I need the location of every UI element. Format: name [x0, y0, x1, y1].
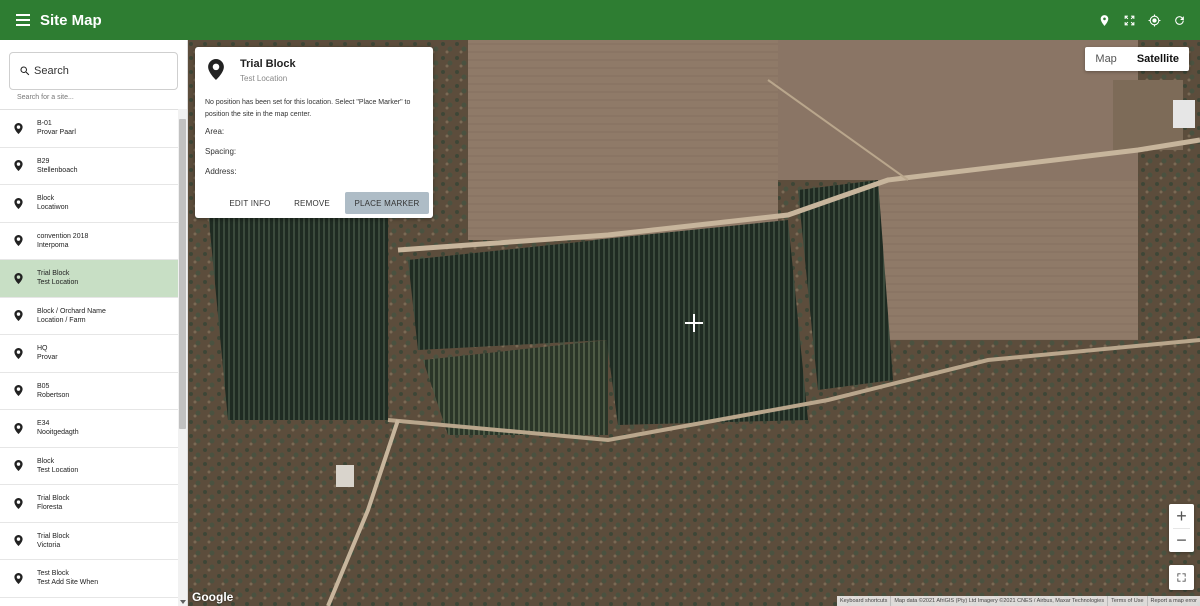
google-logo: Google [192, 590, 234, 604]
location-pin-icon [14, 235, 23, 247]
site-location: Provar Paarl [37, 129, 76, 137]
location-pin-icon [14, 460, 23, 472]
location-pin-icon [14, 122, 23, 134]
site-info-card: Trial Block Test Location No position ha… [195, 47, 433, 218]
refresh-icon[interactable] [1167, 0, 1192, 40]
list-item[interactable]: Test Block Test Add Site When [0, 560, 178, 598]
map-type-control: Map Satellite [1085, 47, 1189, 71]
zoom-in-button[interactable]: + [1169, 504, 1194, 528]
list-item[interactable]: Block Locatiwon [0, 185, 178, 223]
location-pin-icon [14, 535, 23, 547]
site-location: Test Add Site When [37, 579, 99, 587]
sidebar: Search for a site... B-01Provar PaarlB29… [0, 40, 188, 606]
fullscreen-icon [1177, 573, 1186, 582]
map-attribution: Keyboard shortcuts Map data ©2021 AfriGIS… [836, 596, 1200, 606]
attribution-link: Map data ©2021 AfriGIS (Pty) Ltd Imagery… [890, 596, 1107, 606]
fullscreen-button[interactable] [1169, 565, 1194, 590]
menu-icon[interactable] [16, 14, 30, 26]
list-item[interactable]: Trial Block Test Location [0, 260, 178, 298]
location-pin-icon [14, 497, 23, 509]
site-location: Test Location [37, 466, 79, 474]
list-item[interactable]: B-01 Provar Paarl [0, 110, 178, 148]
site-name: Trial Block [37, 532, 70, 540]
site-location: Victoria [37, 541, 61, 549]
list-item[interactable]: B29 Stellenboach [0, 148, 178, 185]
search-field[interactable] [9, 52, 178, 90]
search-icon [20, 66, 30, 76]
zoom-out-button[interactable]: − [1169, 529, 1194, 552]
spacing-label: Spacing: [205, 147, 237, 156]
position-message: No position has been set for this locati… [205, 99, 411, 118]
list-item[interactable]: Block Test Location [0, 448, 178, 485]
site-location: Location / Farm [37, 316, 86, 324]
location-pin-icon [14, 272, 23, 284]
list-item[interactable]: Trial Block Victoria [0, 523, 178, 560]
site-name: B29 [37, 157, 50, 165]
site-name: HQ [37, 345, 48, 353]
map-view[interactable]: Trial Block Test Location No position ha… [188, 40, 1200, 606]
site-name: E34 [37, 420, 50, 428]
fit-bounds-icon[interactable] [1117, 0, 1142, 40]
list-item[interactable]: Trial Block Floresta [0, 485, 178, 523]
site-name: Test Block [37, 570, 69, 578]
list-item[interactable]: B05 Robertson [0, 373, 178, 410]
site-location: Stellenboach [37, 166, 78, 174]
appbar-actions [1092, 0, 1192, 40]
site-location: Interpoma [37, 241, 69, 249]
map-type-satellite-button[interactable]: Satellite [1127, 47, 1189, 71]
site-name: Block [37, 457, 55, 465]
sidebar-scrollbar[interactable] [178, 109, 187, 606]
attribution-link[interactable]: Keyboard shortcuts [837, 596, 890, 606]
search-input[interactable] [34, 65, 164, 77]
site-name: Trial Block [37, 270, 70, 278]
location-pin-icon[interactable] [1092, 0, 1117, 40]
location-pin-icon [14, 197, 23, 209]
site-title: Trial Block [240, 58, 296, 70]
scroll-down-icon[interactable] [180, 600, 186, 604]
site-location: Floresta [37, 504, 63, 512]
search-hint: Search for a site... [17, 94, 74, 101]
site-name: convention 2018 [37, 232, 89, 240]
site-name: Trial Block [37, 495, 70, 503]
address-label: Address: [205, 167, 237, 176]
site-subtitle: Test Location [240, 74, 288, 83]
my-location-icon[interactable] [1142, 0, 1167, 40]
page-title: Site Map [40, 11, 102, 29]
list-item[interactable]: E34 Nooitgedagth [0, 410, 178, 448]
location-pin-icon [14, 347, 23, 359]
area-label: Area: [205, 127, 225, 136]
location-pin-icon [14, 385, 23, 397]
site-name: Block [37, 195, 55, 203]
location-pin-icon [14, 572, 23, 584]
location-pin-icon [14, 160, 23, 172]
site-name: B05 [37, 382, 50, 390]
scrollbar-thumb[interactable] [179, 119, 186, 429]
remove-button[interactable]: REMOVE [287, 192, 337, 214]
crosshair-icon [685, 314, 703, 332]
location-pin-icon [14, 310, 23, 322]
site-list: B-01 Provar Paarl B29 Stellenboach Block Loca… [0, 109, 178, 598]
site-name: Block / Orchard Name [37, 307, 106, 315]
edit-info-button[interactable]: EDIT INFO [221, 192, 279, 214]
site-location: Robertson [37, 391, 70, 399]
zoom-control: + − [1169, 504, 1194, 552]
place-marker-button[interactable]: PLACE MARKER [345, 192, 429, 214]
list-item[interactable]: convention 2018 Interpoma [0, 223, 178, 260]
site-location: Locatiwon [37, 204, 69, 212]
site-location: Provar [37, 354, 58, 362]
app-bar: Site Map [0, 0, 1200, 40]
location-pin-icon [14, 422, 23, 434]
list-item[interactable]: HQ Provar [0, 335, 178, 373]
site-name: B-01 [37, 120, 52, 128]
site-location: Nooitgedagth [37, 429, 79, 437]
map-type-map-button[interactable]: Map [1085, 47, 1126, 71]
attribution-link[interactable]: Report a map error [1146, 596, 1200, 606]
location-pin-icon [208, 59, 224, 80]
site-location: Test Location [37, 279, 79, 287]
attribution-link[interactable]: Terms of Use [1107, 596, 1146, 606]
list-item[interactable]: Block / Orchard Name Location / Farm [0, 298, 178, 335]
